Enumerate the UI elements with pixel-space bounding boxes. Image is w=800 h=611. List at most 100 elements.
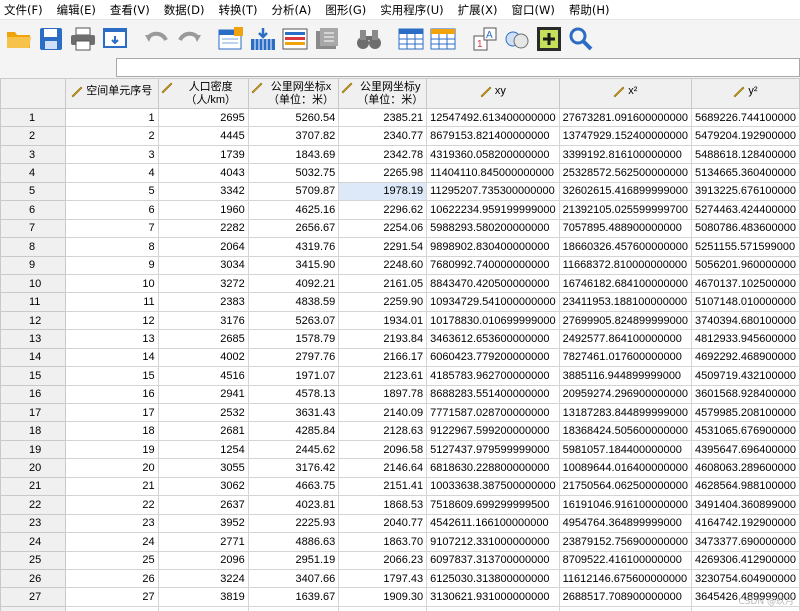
cell-x-coord[interactable]: 4023.81 [247, 495, 340, 515]
table-row[interactable]: 9 9 3034 3415.90 2248.60 7680992.740000000000… [0, 255, 800, 275]
row-number[interactable]: 17 [0, 402, 66, 423]
column-header-xy[interactable]: xy [426, 78, 560, 109]
cell-xy[interactable]: 6097837.313700000000 [426, 550, 560, 570]
cell-xy[interactable]: 4319360.058200000000 [426, 144, 560, 165]
cell-xy[interactable]: 4185783.962700000000 [426, 366, 560, 386]
goto-variable-icon[interactable] [248, 23, 278, 55]
find-binoculars-icon[interactable] [354, 23, 384, 55]
cell-y-coord[interactable]: 1863.70 [338, 532, 428, 552]
menu-item[interactable]: 查看(V) [110, 2, 150, 18]
cell-population-density[interactable]: 3952 [157, 513, 249, 534]
cell-population-density[interactable]: 3819 [157, 587, 249, 607]
cell-xy[interactable]: 5988293.580200000000 [426, 218, 560, 239]
table-row[interactable]: 13 13 2685 1578.79 2193.84 3463612.6536000000… [0, 329, 800, 349]
table-row[interactable]: 11 11 2383 4838.59 2259.90 10934729.541000000… [0, 292, 800, 312]
cell-unit-id[interactable]: 20 [64, 458, 159, 478]
cell-x-squared[interactable]: 18660326.457600000000 [558, 237, 693, 257]
cell-population-density[interactable]: 3224 [157, 568, 249, 589]
menu-item[interactable]: 图形(G) [325, 2, 366, 18]
cell-y-squared[interactable]: 5488618.128400000 [691, 144, 800, 165]
cell-xy[interactable]: 10934729.541000000000 [426, 292, 560, 312]
row-number[interactable]: 21 [0, 476, 66, 497]
menu-item[interactable]: 分析(A) [272, 2, 312, 18]
value-labels-icon[interactable]: 1A [470, 23, 500, 55]
menu-item[interactable]: 数据(D) [164, 2, 205, 18]
table-row[interactable]: 25 25 2096 2951.19 2066.23 6097837.3137000000… [0, 550, 800, 570]
cell-x-coord[interactable]: 1639.67 [247, 587, 340, 607]
cell-y-squared[interactable]: 3913225.676100000 [691, 181, 800, 202]
cell-x-coord[interactable]: 5709.87 [247, 181, 340, 202]
cell-unit-id[interactable]: 6 [64, 200, 159, 220]
row-number[interactable]: 23 [0, 513, 66, 534]
table-row[interactable]: 20 20 3055 3176.42 2146.64 6818630.2288000000… [0, 458, 800, 478]
cell-xy[interactable]: 4542611.166100000000 [426, 513, 560, 534]
cell-x-squared[interactable]: 11668372.810000000000 [558, 255, 693, 275]
cell-y-squared[interactable]: 4628564.988100000 [691, 476, 800, 497]
cell-y-coord[interactable]: 1909.30 [338, 587, 428, 607]
undo-icon[interactable] [142, 23, 172, 55]
row-number[interactable]: 19 [0, 439, 66, 460]
cell-xy[interactable]: 11295207.735300000000 [426, 181, 560, 202]
cell-population-density[interactable]: 1960 [157, 200, 249, 220]
cell-population-density[interactable]: 2383 [157, 292, 249, 312]
cell-x-squared[interactable]: 2688517.708900000000 [558, 587, 693, 607]
cell-y-squared[interactable]: 4269306.412900000 [691, 550, 800, 570]
table-row[interactable]: 12 12 3176 5263.07 1934.01 10178830.010699999… [0, 310, 800, 331]
row-number[interactable]: 13 [0, 329, 66, 349]
row-number[interactable]: 3 [0, 144, 66, 165]
cell-y-squared[interactable]: 5080786.483600000 [691, 218, 800, 239]
row-number[interactable]: 24 [0, 532, 66, 552]
insert-variable-icon[interactable] [428, 23, 458, 55]
column-header-y-squared[interactable]: y² [691, 78, 800, 109]
table-row[interactable]: 282824482078.151914.683978992.2420000000… [0, 605, 800, 611]
table-row[interactable]: 14 14 4002 2797.76 2166.17 6060423.7792000000… [0, 347, 800, 368]
cell-x-coord[interactable]: 3176.42 [247, 458, 340, 478]
cell-y-coord[interactable]: 1897.78 [338, 384, 428, 405]
cell-xy[interactable]: 6818630.228800000000 [426, 458, 560, 478]
cell-y-squared[interactable]: 4812933.945600000 [691, 329, 800, 349]
cell-y-coord[interactable]: 2254.06 [338, 218, 428, 239]
cell-y-coord[interactable]: 2066.23 [338, 550, 428, 570]
cell-x-squared[interactable]: 23411953.188100000000 [558, 292, 693, 312]
table-row[interactable]: 26 26 3224 3407.66 1797.43 6125030.3138000000… [0, 568, 800, 589]
run-descriptive-icon[interactable] [312, 23, 342, 55]
cell-unit-id[interactable]: 12 [64, 310, 159, 331]
cell-xy[interactable]: 3978992.242000000000 [426, 605, 560, 611]
cell-population-density[interactable]: 3176 [157, 310, 249, 331]
cell-x-squared[interactable]: 27673281.091600000000 [558, 107, 693, 128]
cell-population-density[interactable]: 4002 [157, 347, 249, 368]
cell-y-squared[interactable]: 4579985.208100000 [691, 402, 800, 423]
cell-x-coord[interactable]: 4886.63 [247, 532, 340, 552]
cell-population-density[interactable]: 4445 [157, 126, 249, 146]
cell-xy[interactable]: 8843470.420500000000 [426, 273, 560, 294]
goto-case-icon[interactable] [216, 23, 246, 55]
column-header-y-coord[interactable]: 公里网坐标y（单位：米） [338, 78, 428, 109]
table-row[interactable]: 23 23 3952 2225.93 2040.77 4542611.1661000000… [0, 513, 800, 534]
cell-y-coord[interactable]: 2161.05 [338, 273, 428, 294]
cell-unit-id[interactable]: 25 [64, 550, 159, 570]
table-row[interactable]: 19 19 1254 2445.62 2096.58 5127437.9795999990… [0, 439, 800, 460]
cell-y-squared[interactable]: 5107148.010000000 [691, 292, 800, 312]
cell-y-coord[interactable]: 2265.98 [338, 163, 428, 183]
cell-population-density[interactable]: 2685 [157, 329, 249, 349]
row-number[interactable]: 4 [0, 163, 66, 183]
table-row[interactable]: 24 24 2771 4886.63 1863.70 9107212.3310000000… [0, 532, 800, 552]
table-row[interactable]: 27 27 3819 1639.67 1909.30 3130621.9310000000… [0, 587, 800, 607]
cell-xy[interactable]: 6125030.313800000000 [426, 568, 560, 589]
cell-x-squared[interactable]: 7057895.488900000000 [558, 218, 693, 239]
cell-x-coord[interactable]: 4838.59 [247, 292, 340, 312]
cell-unit-id[interactable]: 10 [64, 273, 159, 294]
search-icon[interactable] [566, 23, 596, 55]
table-row[interactable]: 8 8 2064 4319.76 2291.54 9898902.830400000000… [0, 237, 800, 257]
cell-unit-id[interactable]: 23 [64, 513, 159, 534]
cell-y-squared[interactable]: 3230754.604900000 [691, 568, 800, 589]
cell-x-squared[interactable]: 13187283.844899999000 [558, 402, 693, 423]
cell-y-squared[interactable]: 5056201.960000000 [691, 255, 800, 275]
cell-x-coord[interactable]: 1971.07 [247, 366, 340, 386]
row-number[interactable]: 6 [0, 200, 66, 220]
cell-y-coord[interactable]: 1978.19 [338, 181, 428, 202]
table-row[interactable]: 10 10 3272 4092.21 2161.05 8843470.4205000000… [0, 273, 800, 294]
table-row[interactable]: 5 5 3342 5709.87 1978.19 11295207.73530000000… [0, 181, 800, 202]
cell-y-squared[interactable]: 5251155.571599000 [691, 237, 800, 257]
cell-x-squared[interactable]: 7827461.017600000000 [558, 347, 693, 368]
